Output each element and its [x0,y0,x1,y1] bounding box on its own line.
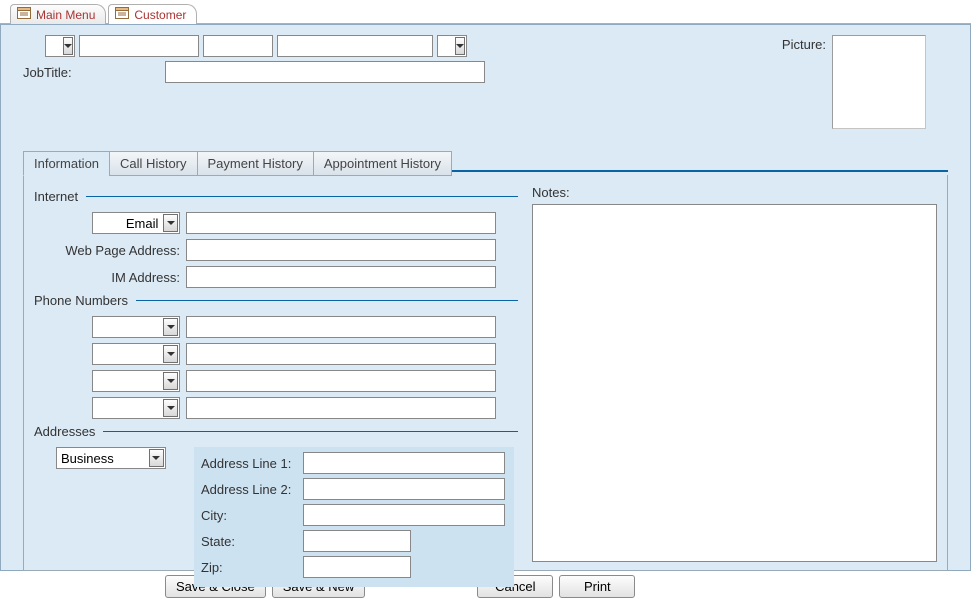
middle-name-input[interactable] [203,35,273,57]
chevron-down-icon[interactable] [63,37,73,55]
chevron-down-icon[interactable] [149,449,164,467]
state-label: State: [201,534,303,549]
tab-information[interactable]: Information [23,151,110,176]
address-line2-label: Address Line 2: [201,482,303,497]
phone-type-combo[interactable] [92,370,180,392]
im-label: IM Address: [111,270,180,285]
chevron-down-icon[interactable] [163,399,178,417]
group-internet-label: Internet [34,189,78,204]
phone-number-input[interactable] [186,316,496,338]
phone-type-combo[interactable] [92,316,180,338]
jobtitle-input[interactable] [165,61,485,83]
tab-appointment-history[interactable]: Appointment History [313,151,452,176]
tab-call-history[interactable]: Call History [109,151,197,176]
last-name-input[interactable] [277,35,433,57]
webpage-input[interactable] [186,239,496,261]
phone-type-input[interactable] [93,344,162,364]
state-input[interactable] [303,530,411,552]
group-rule [86,196,518,197]
zip-label: Zip: [201,560,303,575]
nav-tab-customer[interactable]: Customer [108,4,197,24]
chevron-down-icon[interactable] [163,318,178,336]
email-input[interactable] [186,212,496,234]
address-panel: Address Line 1: Address Line 2: City: [194,447,514,587]
chevron-down-icon[interactable] [163,372,178,390]
city-label: City: [201,508,303,523]
group-addresses-label: Addresses [34,424,95,439]
group-phones-label: Phone Numbers [34,293,128,308]
im-input[interactable] [186,266,496,288]
name-suffix-input[interactable] [438,36,454,56]
phone-number-input[interactable] [186,370,496,392]
group-addresses: Addresses [34,424,518,439]
address-line1-label: Address Line 1: [201,456,303,471]
group-phones: Phone Numbers [34,293,518,308]
phone-type-input[interactable] [93,317,162,337]
city-input[interactable] [303,504,505,526]
name-prefix-combo[interactable] [45,35,75,57]
chevron-down-icon[interactable] [163,345,178,363]
nav-tab-label: Customer [134,8,186,22]
print-button[interactable]: Print [559,575,635,598]
picture-box[interactable] [832,35,926,129]
nav-tabs: Main Menu Customer [0,0,971,24]
picture-label: Picture: [782,35,826,52]
group-rule [136,300,518,301]
name-prefix-input[interactable] [46,36,62,56]
group-internet: Internet [34,189,518,204]
address-line1-input[interactable] [303,452,505,474]
name-suffix-combo[interactable] [437,35,467,57]
phone-number-input[interactable] [186,397,496,419]
address-line2-input[interactable] [303,478,505,500]
tab-payment-history[interactable]: Payment History [197,151,314,176]
phone-number-input[interactable] [186,343,496,365]
notes-textarea[interactable] [532,204,937,562]
chevron-down-icon[interactable] [455,37,465,55]
phone-type-combo[interactable] [92,397,180,419]
first-name-input[interactable] [79,35,199,57]
group-rule [103,431,518,432]
zip-input[interactable] [303,556,411,578]
phone-type-combo[interactable] [92,343,180,365]
address-type-input[interactable] [57,448,148,468]
jobtitle-label: JobTitle: [23,65,159,80]
form-icon [115,7,129,22]
phone-type-input[interactable] [93,398,162,418]
form-icon [17,7,31,22]
chevron-down-icon[interactable] [163,214,178,232]
information-pane: Internet Web Page Address: [23,175,948,571]
notes-label: Notes: [532,185,937,200]
webpage-label: Web Page Address: [65,243,180,258]
address-type-combo[interactable] [56,447,166,469]
customer-form: JobTitle: Picture: Information Call Hist… [0,24,971,571]
email-type-input[interactable] [93,213,162,233]
nav-tab-label: Main Menu [36,8,95,22]
email-type-combo[interactable] [92,212,180,234]
sub-tabs: Information Call History Payment History… [23,151,954,176]
phone-type-input[interactable] [93,371,162,391]
nav-tab-main-menu[interactable]: Main Menu [10,4,106,24]
